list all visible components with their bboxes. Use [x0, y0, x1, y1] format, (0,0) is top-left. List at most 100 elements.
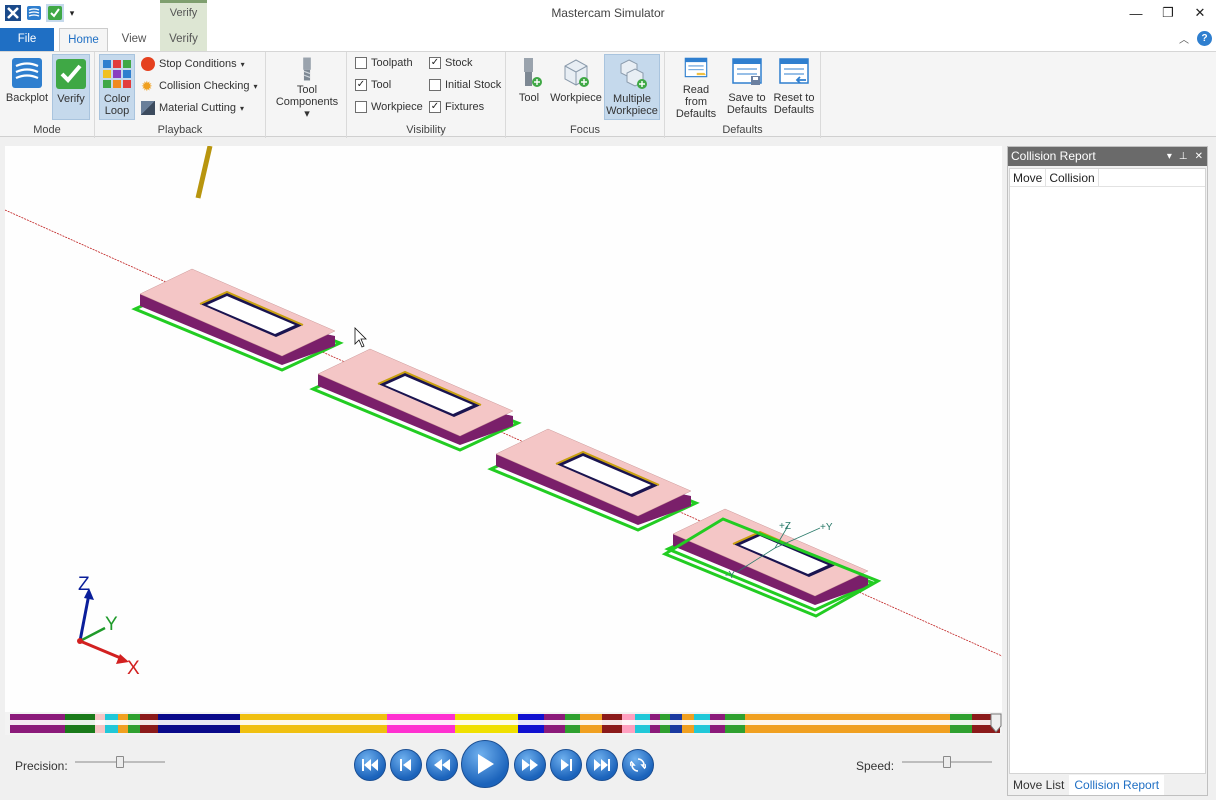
multiple-workpiece-label-2: Workpiece	[606, 105, 658, 117]
checkbox-fixtures[interactable]: ✓	[429, 101, 441, 113]
panel-close-icon[interactable]: ✕	[1195, 147, 1203, 166]
local-z-label: +Z	[779, 521, 791, 532]
tool-components-button[interactable]: Tool Components ▾	[272, 54, 342, 120]
stop-conditions-label: Stop Conditions	[159, 58, 237, 70]
panel-dropdown-icon[interactable]: ▾	[1167, 147, 1172, 166]
read-from-defaults-button[interactable]: Read from Defaults	[671, 54, 721, 120]
speed-slider-thumb[interactable]	[943, 756, 951, 768]
ribbon-tabs: File Home View Verify ︿ ?	[0, 28, 1216, 52]
color-loop-label-2: Loop	[104, 105, 130, 117]
workpiece-checkbox[interactable]: Workpiece	[355, 101, 423, 113]
stop-icon	[141, 57, 155, 71]
scene-canvas[interactable]: +Z +Y -Y Z Y X	[4, 145, 1003, 712]
tab-file[interactable]: File	[0, 28, 54, 51]
triad-x-label: X	[127, 658, 140, 679]
graphics-viewport[interactable]: +Z +Y -Y Z Y X	[4, 145, 1003, 712]
playback-group-label: Playback	[157, 124, 203, 136]
tab-home[interactable]: Home	[59, 28, 108, 52]
rewind-button[interactable]	[426, 749, 458, 781]
initial-stock-label: Initial Stock	[445, 79, 502, 91]
rewind-icon	[434, 759, 450, 771]
collision-checking-label: Collision Checking	[159, 80, 250, 92]
checkbox-stock[interactable]: ✓	[429, 57, 441, 69]
stock-workpiece[interactable]	[661, 508, 882, 618]
backplot-button[interactable]: Backplot	[4, 54, 50, 120]
playback-timeline[interactable]	[5, 712, 1002, 735]
verify-label: Verify	[57, 93, 85, 105]
ribbon-right-controls: ︿ ?	[1179, 31, 1212, 46]
material-cutting-label: Material Cutting	[159, 102, 237, 114]
restore-icon[interactable]: ❐	[1152, 0, 1184, 26]
collapse-ribbon-icon[interactable]: ︿	[1179, 31, 1189, 46]
go-to-end-button[interactable]	[586, 749, 618, 781]
dropdown-arrow-icon: ▾	[253, 81, 258, 91]
precision-slider-thumb[interactable]	[116, 756, 124, 768]
collision-checking-button[interactable]: ✹ Collision Checking ▾	[141, 79, 258, 93]
stock-workpiece[interactable]	[309, 348, 522, 452]
save-to-defaults-button[interactable]: Save to Defaults	[723, 54, 771, 120]
checkbox-workpiece[interactable]	[355, 101, 367, 113]
close-icon[interactable]: ✕	[1184, 0, 1216, 26]
panel-tabs: Move List Collision Report	[1008, 775, 1165, 795]
minimize-icon[interactable]: —	[1120, 0, 1152, 26]
checkbox-tool[interactable]: ✓	[355, 79, 367, 91]
tab-verify[interactable]: Verify	[160, 28, 207, 51]
reset-defaults-label-2: Defaults	[773, 104, 815, 116]
panel-pin-icon[interactable]: ⊥	[1179, 147, 1188, 166]
color-loop-label-1: Color	[103, 93, 131, 105]
initial-stock-checkbox[interactable]: Initial Stock	[429, 79, 501, 91]
step-forward-button[interactable]	[550, 749, 582, 781]
stock-label: Stock	[445, 57, 473, 69]
local-y-neg-label: -Y	[725, 570, 735, 581]
fixtures-label: Fixtures	[445, 101, 485, 113]
color-loop-button[interactable]: Color Loop	[99, 54, 135, 120]
tool-label: Tool	[371, 79, 392, 91]
collision-report-list[interactable]: Move Collision	[1009, 168, 1206, 774]
focus-tool-icon	[524, 58, 542, 87]
tab-collision-report[interactable]: Collision Report	[1069, 775, 1165, 795]
stock-workpiece[interactable]	[131, 268, 344, 372]
tab-move-list[interactable]: Move List	[1008, 775, 1069, 795]
toolpath-checkbox[interactable]: Toolpath	[355, 57, 413, 69]
help-icon[interactable]: ?	[1197, 31, 1212, 46]
multiple-workpiece-button[interactable]: Multiple Workpiece	[604, 54, 660, 120]
step-back-button[interactable]	[390, 749, 422, 781]
go-to-start-button[interactable]	[354, 749, 386, 781]
ribbon: Backplot Verify Mode Color Loop Stop Con…	[0, 51, 1216, 138]
tool-checkbox[interactable]: ✓ Tool	[355, 79, 391, 91]
workpiece-hex-icon	[564, 59, 589, 87]
focus-tool-button[interactable]: Tool	[512, 54, 546, 120]
tool-components-label-2: Components ▾	[275, 96, 339, 120]
precision-slider[interactable]	[75, 756, 165, 768]
stock-workpiece[interactable]	[487, 428, 700, 532]
reset-to-defaults-button[interactable]: Reset to Defaults	[771, 54, 817, 120]
column-move[interactable]: Move	[1010, 169, 1047, 186]
stop-conditions-button[interactable]: Stop Conditions ▾	[141, 57, 245, 71]
triad-z-label: Z	[78, 574, 90, 595]
column-collision[interactable]: Collision	[1046, 169, 1099, 186]
tool-components-group: Tool Components ▾	[266, 52, 347, 138]
collision-report-panel: Collision Report ▾ ⊥ ✕ Move Collision Mo…	[1007, 146, 1208, 796]
fast-forward-icon	[522, 759, 538, 771]
fixtures-checkbox[interactable]: ✓ Fixtures	[429, 101, 484, 113]
mouse-cursor-icon	[354, 327, 367, 348]
verify-button[interactable]: Verify	[52, 54, 90, 120]
material-cutting-button[interactable]: Material Cutting ▾	[141, 101, 244, 115]
tab-view[interactable]: View	[114, 28, 154, 51]
step-back-icon	[400, 759, 411, 771]
title-bar: ▾ Verify Mastercam Simulator — ❐ ✕	[0, 0, 1216, 50]
timeline-color-bar[interactable]	[5, 712, 1002, 735]
speed-slider[interactable]	[902, 756, 992, 768]
focus-workpiece-button[interactable]: Workpiece	[550, 54, 602, 120]
checkbox-initial-stock[interactable]	[429, 79, 441, 91]
timeline-progress-band	[10, 720, 995, 725]
read-defaults-icon	[684, 57, 708, 78]
material-cutting-icon	[141, 101, 155, 115]
read-defaults-label-1: Read from	[682, 84, 710, 108]
stock-checkbox[interactable]: ✓ Stock	[429, 57, 473, 69]
end-mill-icon	[303, 57, 311, 81]
loop-button[interactable]	[622, 749, 654, 781]
fast-forward-button[interactable]	[514, 749, 546, 781]
checkbox-toolpath[interactable]	[355, 57, 367, 69]
play-button[interactable]	[461, 740, 509, 788]
